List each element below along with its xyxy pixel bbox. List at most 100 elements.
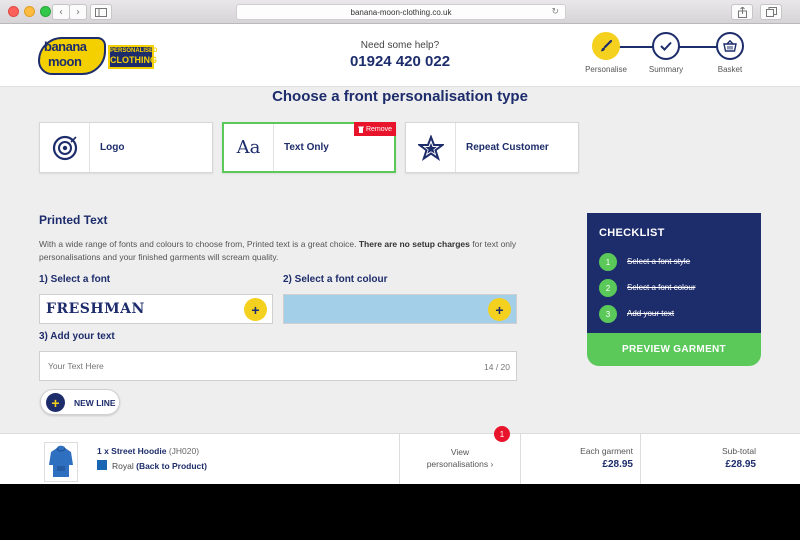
char-counter: 14 / 20 bbox=[484, 362, 510, 372]
checklist-title: CHECKLIST bbox=[599, 227, 665, 239]
type-option-text-only[interactable]: Aa Text Only Remove bbox=[222, 122, 396, 173]
share-icon bbox=[737, 6, 747, 18]
step-label: Basket bbox=[717, 65, 743, 74]
choose-font-button[interactable]: + bbox=[244, 298, 267, 321]
font-colour-selector[interactable]: + bbox=[283, 294, 517, 324]
check-icon bbox=[660, 41, 672, 51]
help-phone-number[interactable]: 01924 420 022 bbox=[330, 53, 470, 70]
checklist-text: Select a font colour bbox=[627, 283, 696, 292]
checklist-text: Add your text bbox=[627, 309, 675, 318]
type-icon-box: Aa bbox=[224, 124, 274, 171]
new-line-label: NEW LINE bbox=[74, 398, 116, 408]
select-font-label: 1) Select a font bbox=[39, 274, 111, 285]
sidebar-icon bbox=[95, 7, 107, 17]
subtotal-label: Sub-total bbox=[721, 446, 756, 456]
each-label: Each garment bbox=[580, 446, 633, 456]
checklist-item: 2 Select a font colour bbox=[599, 279, 749, 297]
type-icon-box bbox=[40, 123, 90, 172]
url-text: banana-moon-clothing.co.uk bbox=[350, 7, 452, 17]
browser-toolbar: ‹ › banana-moon-clothing.co.uk ↻ bbox=[0, 0, 800, 24]
product-qty-name: 1 x Street Hoodie bbox=[97, 446, 167, 456]
colour-name: Royal bbox=[112, 461, 134, 471]
step-label: Personalise bbox=[585, 65, 627, 74]
remove-button[interactable]: Remove bbox=[354, 122, 396, 136]
type-icon-box bbox=[406, 123, 456, 172]
type-option-repeat-customer[interactable]: Repeat Customer bbox=[405, 122, 579, 173]
new-line-button[interactable]: + NEW LINE bbox=[40, 389, 120, 415]
trash-icon bbox=[357, 126, 364, 133]
tabs-icon bbox=[765, 7, 777, 17]
back-to-product-link[interactable]: (Back to Product) bbox=[136, 461, 207, 471]
basket-summary-bar: 1 x Street Hoodie (JH020) Royal (Back to… bbox=[0, 433, 800, 484]
reload-icon[interactable]: ↻ bbox=[551, 7, 559, 17]
each-price: £28.95 bbox=[602, 459, 633, 470]
product-colour: Royal (Back to Product) bbox=[112, 461, 207, 471]
view-line1: View bbox=[450, 447, 470, 457]
star-icon bbox=[417, 134, 444, 161]
basket-icon bbox=[723, 40, 737, 52]
paintbrush-icon bbox=[601, 39, 613, 52]
choose-colour-button[interactable]: + bbox=[488, 298, 511, 321]
preview-garment-button[interactable]: PREVIEW GARMENT bbox=[587, 333, 761, 366]
close-window-button[interactable] bbox=[8, 6, 19, 17]
forward-button[interactable]: › bbox=[69, 4, 87, 20]
browser-window: ‹ › banana-moon-clothing.co.uk ↻ banana … bbox=[0, 0, 800, 484]
product-name: 1 x Street Hoodie (JH020) bbox=[97, 446, 199, 456]
type-label: Repeat Customer bbox=[466, 142, 549, 153]
logo-clothing-text: CLOTHING bbox=[110, 55, 157, 65]
desc-bold-text: There are no setup charges bbox=[358, 239, 470, 249]
sidebar-toggle-button[interactable] bbox=[90, 4, 112, 20]
view-line2: personalisations › bbox=[426, 459, 494, 469]
colour-swatch bbox=[97, 460, 107, 470]
font-selector[interactable]: Freshman + bbox=[39, 294, 273, 324]
checklist-number: 1 bbox=[599, 253, 617, 271]
step-basket[interactable]: Basket bbox=[700, 32, 760, 74]
view-personalisations-link[interactable]: View personalisations › bbox=[400, 446, 520, 470]
subtotal-value: £28.95 bbox=[725, 459, 756, 470]
address-bar[interactable]: banana-moon-clothing.co.uk ↻ bbox=[236, 4, 566, 20]
add-text-label: 3) Add your text bbox=[39, 331, 115, 342]
checklist-number: 2 bbox=[599, 279, 617, 297]
subtotal-price: Sub-total £28.95 bbox=[638, 446, 756, 470]
step-summary[interactable]: Summary bbox=[636, 32, 696, 74]
checklist-number: 3 bbox=[599, 305, 617, 323]
each-garment-price: Each garment £28.95 bbox=[515, 446, 633, 470]
logo-personalised-badge: PERSONALISED CLOTHING bbox=[108, 45, 158, 69]
zoom-window-button[interactable] bbox=[40, 6, 51, 17]
site-header: banana moon PERSONALISED CLOTHING Need s… bbox=[0, 24, 800, 87]
page-title: Choose a front personalisation type bbox=[272, 88, 528, 105]
desc-text: With a wide range of fonts and colours t… bbox=[39, 239, 359, 249]
logo-word-banana: banana bbox=[44, 39, 87, 54]
logo-personalised-text: PERSONALISED bbox=[110, 48, 158, 54]
share-button[interactable] bbox=[731, 4, 753, 20]
checklist-item: 3 Add your text bbox=[599, 305, 749, 323]
minimize-window-button[interactable] bbox=[24, 6, 35, 17]
type-label: Text Only bbox=[284, 142, 329, 153]
product-thumbnail bbox=[44, 442, 78, 482]
select-colour-label: 2) Select a font colour bbox=[283, 274, 388, 285]
product-code: (JH020) bbox=[168, 446, 200, 456]
back-button[interactable]: ‹ bbox=[52, 4, 70, 20]
checklist-item: 1 Select a font style bbox=[599, 253, 749, 271]
checklist-panel: CHECKLIST 1 Select a font style 2 Select… bbox=[587, 213, 761, 337]
type-label: Logo bbox=[100, 142, 125, 153]
help-label: Need some help? bbox=[360, 40, 440, 51]
progress-steps: Personalise Summary Basket bbox=[580, 32, 770, 82]
text-input[interactable] bbox=[39, 351, 517, 381]
section-title: Printed Text bbox=[39, 213, 108, 227]
checklist-text: Select a font style bbox=[627, 257, 691, 266]
section-description: With a wide range of fonts and colours t… bbox=[39, 238, 529, 264]
type-option-logo[interactable]: Logo bbox=[39, 122, 213, 173]
remove-label: Remove bbox=[365, 125, 393, 133]
logo-word-moon: moon bbox=[48, 54, 82, 69]
target-icon bbox=[52, 135, 77, 160]
plus-circle-icon: + bbox=[46, 393, 65, 412]
personalisation-count-badge: 1 bbox=[494, 426, 510, 442]
banana-moon-logo[interactable]: banana moon PERSONALISED CLOTHING bbox=[38, 37, 158, 77]
selected-font-name: Freshman bbox=[46, 301, 145, 317]
step-label: Summary bbox=[648, 65, 684, 74]
chevron-right-icon: › bbox=[76, 6, 80, 18]
step-personalise[interactable]: Personalise bbox=[576, 32, 636, 74]
tabs-button[interactable] bbox=[760, 4, 782, 20]
hoodie-icon bbox=[49, 445, 73, 477]
